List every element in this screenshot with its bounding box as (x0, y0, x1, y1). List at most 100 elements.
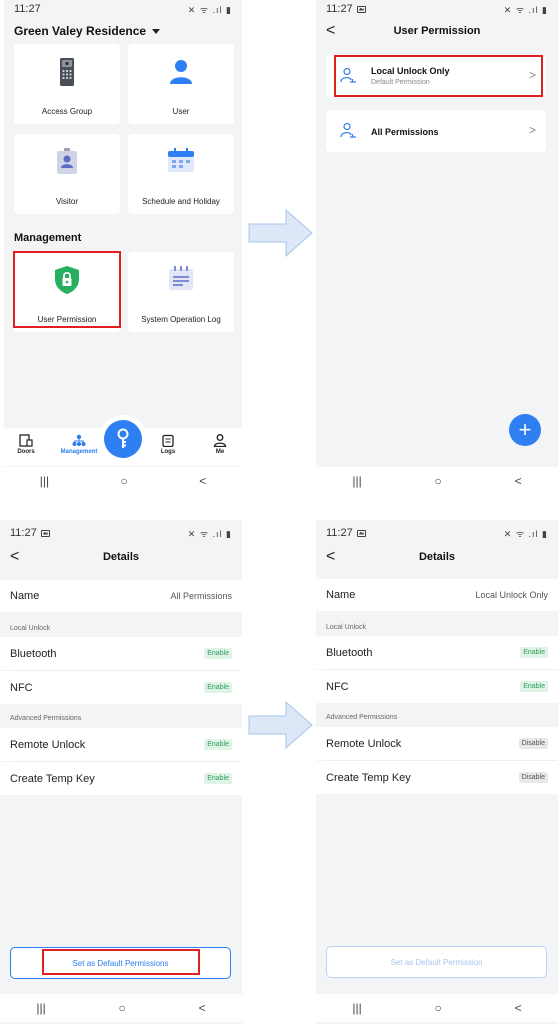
row-label: Create Temp Key (326, 771, 411, 784)
button-label: Set as Default Permission (390, 957, 483, 967)
header: < Details (0, 544, 242, 570)
gallery-icon (40, 529, 50, 537)
status-badge: Enable (520, 647, 548, 658)
calendar-icon (168, 148, 194, 172)
tile-label: System Operation Log (141, 315, 221, 324)
set-default-button[interactable]: Set as Default Permissions (10, 947, 231, 979)
row-label: Create Temp Key (10, 772, 95, 785)
row-label: NFC (326, 680, 349, 693)
home-button[interactable]: ○ (119, 1001, 126, 1015)
back-button[interactable]: < (515, 474, 522, 488)
permission-item-local-unlock[interactable]: Local Unlock Only Default Permission > (326, 55, 546, 97)
row-remote-unlock: Remote Unlock Enable (0, 728, 242, 761)
status-badge: Enable (204, 648, 232, 659)
home-button[interactable]: ○ (121, 474, 128, 488)
recents-button[interactable]: ||| (40, 474, 49, 488)
row-nfc: NFC Enable (316, 670, 558, 703)
home-button[interactable]: ○ (435, 474, 442, 488)
door-icon (19, 434, 33, 447)
recents-button[interactable]: ||| (352, 1001, 361, 1015)
gallery-icon (356, 5, 366, 13)
status-badge: Enable (520, 681, 548, 692)
tile-visitor[interactable]: Visitor (14, 134, 120, 214)
row-remote-unlock: Remote Unlock Disable (316, 727, 558, 760)
row-value: All Permissions (170, 591, 232, 601)
back-arrow-icon[interactable]: < (326, 22, 335, 40)
screen-details-local: 11:27 ✕ ᯤ .ıl ▮ < Details Name Local Unl… (316, 520, 558, 1024)
tile-system-log[interactable]: System Operation Log (128, 252, 234, 332)
visitor-badge-icon (57, 148, 77, 174)
status-bar: 11:27 ✕ ᯤ .ıl ▮ (0, 524, 242, 542)
user-key-icon (340, 122, 356, 138)
row-temp-key: Create Temp Key Disable (316, 761, 558, 794)
back-arrow-icon[interactable]: < (10, 548, 19, 566)
tab-management[interactable]: Management (59, 434, 99, 455)
permission-item-all[interactable]: All Permissions > (326, 110, 546, 152)
status-icons: ✕ ᯤ .ıl ▮ (503, 528, 548, 539)
row-temp-key: Create Temp Key Enable (0, 762, 242, 795)
tab-label: Me (215, 449, 225, 455)
page-title: Details (102, 551, 140, 563)
back-button[interactable]: < (515, 1001, 522, 1015)
tile-user[interactable]: User (128, 44, 234, 124)
status-bar: 11:27 ✕ ᯤ .ıl ▮ (316, 524, 558, 542)
tile-label: User (172, 107, 190, 116)
site-selector[interactable]: Green Valey Residence (14, 24, 161, 38)
tile-label: Access Group (41, 107, 93, 116)
status-time: 11:27 (14, 3, 41, 15)
status-icons: ✕ ᯤ .ıl ▮ (187, 528, 232, 539)
flow-arrow-icon (248, 208, 313, 258)
page-title: Details (418, 551, 456, 563)
tile-label: Schedule and Holiday (142, 197, 220, 206)
person-outline-icon (213, 434, 227, 447)
chevron-right-icon: > (528, 68, 536, 82)
back-button[interactable]: < (199, 1001, 206, 1015)
screen-details-all: 11:27 ✕ ᯤ .ıl ▮ < Details Name All Permi… (0, 520, 242, 1024)
recents-button[interactable]: ||| (352, 474, 361, 488)
group-label-advanced: Advanced Permissions (10, 715, 82, 722)
recents-button[interactable]: ||| (36, 1001, 45, 1015)
system-nav-bar: ||| ○ < (0, 994, 242, 1022)
back-arrow-icon[interactable]: < (326, 548, 335, 566)
org-chart-icon (72, 434, 86, 446)
flow-arrow-icon (248, 700, 313, 750)
status-bar: 11:27 ✕ ᯤ .ıl ▮ (4, 0, 242, 18)
plus-icon: + (518, 417, 532, 442)
home-button[interactable]: ○ (435, 1001, 442, 1015)
shield-lock-icon (55, 266, 79, 294)
status-time: 11:27 (10, 527, 37, 539)
row-label: Bluetooth (326, 646, 373, 659)
tab-me[interactable]: Me (200, 434, 240, 455)
status-time: 11:27 (326, 3, 353, 15)
row-name: Name Local Unlock Only (316, 579, 558, 611)
tab-doors[interactable]: Doors (6, 434, 46, 455)
header: < User Permission (316, 18, 558, 44)
tile-user-permission[interactable]: User Permission (14, 252, 120, 332)
intercom-icon (60, 58, 74, 86)
tab-logs[interactable]: Logs (148, 434, 188, 455)
add-permission-button[interactable]: + (509, 414, 541, 446)
permission-title: Local Unlock Only (371, 66, 450, 76)
row-nfc: NFC Enable (0, 671, 242, 704)
row-label: Remote Unlock (10, 738, 86, 751)
clipboard-icon (162, 434, 174, 447)
status-bar: 11:27 ✕ ᯤ .ıl ▮ (316, 0, 558, 18)
log-document-icon (169, 266, 193, 290)
status-icons: ✕ ᯤ .ıl ▮ (187, 4, 232, 15)
button-label: Set as Default Permissions (72, 958, 169, 968)
page-title: User Permission (393, 25, 481, 37)
tab-label: Logs (160, 449, 176, 455)
group-label-local: Local Unlock (10, 625, 51, 632)
status-badge: Disable (518, 738, 548, 749)
tile-schedule[interactable]: Schedule and Holiday (128, 134, 234, 214)
tile-access-group[interactable]: Access Group (14, 44, 120, 124)
tile-label: User Permission (37, 315, 97, 324)
set-default-button[interactable]: Set as Default Permission (326, 946, 547, 978)
status-badge: Enable (204, 773, 232, 784)
system-nav-bar: ||| ○ < (316, 994, 558, 1022)
unlock-key-button[interactable] (104, 420, 142, 458)
status-badge: Enable (204, 739, 232, 750)
status-badge: Enable (204, 682, 232, 693)
back-button[interactable]: < (199, 474, 206, 488)
status-badge: Disable (518, 772, 548, 783)
